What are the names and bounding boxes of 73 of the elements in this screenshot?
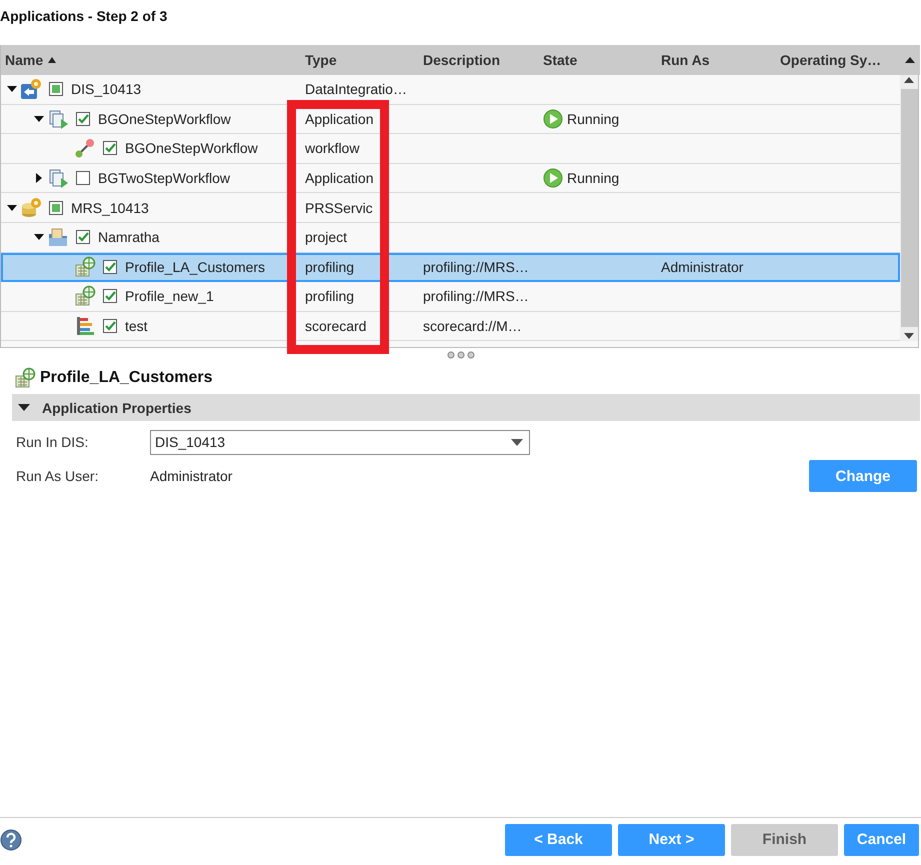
item-name: test	[125, 318, 148, 334]
item-name: Namratha	[98, 229, 160, 246]
state-cell: Running	[567, 110, 620, 127]
play-icon	[543, 168, 563, 188]
type-cell: DataIntegratio…	[305, 81, 407, 98]
table-globe-icon	[14, 367, 36, 389]
window-title: Applications - Step 2 of 3	[0, 8, 168, 24]
tree-row[interactable]: Profile_LA_Customers profiling profiling://MRS… Administrator	[1, 252, 900, 282]
item-name: MRS_10413	[71, 200, 149, 216]
type-cell: project	[305, 229, 348, 246]
type-cell: profiling	[305, 258, 354, 275]
type-cell: PRSServic	[305, 200, 373, 216]
collapse-arrow-icon[interactable]	[18, 404, 30, 411]
item-name: Profile_LA_Customers	[125, 258, 266, 275]
bar-list-icon	[74, 315, 96, 338]
document-play-icon	[47, 167, 69, 190]
splitter-handle[interactable]	[446, 351, 476, 359]
column-header[interactable]: Type	[301, 45, 419, 75]
database-gear-icon	[20, 196, 42, 219]
collapse-arrow-icon[interactable]	[7, 204, 17, 211]
type-cell: scorecard	[305, 318, 366, 334]
item-name: Profile_new_1	[125, 288, 214, 304]
column-menu-icon[interactable]	[904, 56, 916, 64]
type-cell: Application	[305, 170, 374, 186]
description-cell: profiling://MRS…	[423, 288, 529, 304]
checkbox[interactable]	[76, 112, 90, 126]
tree-row[interactable]: BGOneStepWorkflow Application Running	[1, 104, 900, 134]
section-title: Application Properties	[42, 400, 192, 416]
expand-arrow-icon[interactable]	[36, 173, 42, 184]
column-header[interactable]: Run As	[657, 45, 776, 75]
dropdown[interactable]: DIS_10413	[150, 430, 530, 454]
section-header[interactable]: Application Properties	[12, 394, 920, 421]
checkbox[interactable]	[49, 200, 63, 215]
run-as-cell: Administrator	[661, 258, 744, 275]
table-globe-icon	[74, 285, 96, 308]
field-label: Run In DIS:	[16, 434, 90, 450]
folder-icon	[47, 226, 69, 248]
collapse-arrow-icon[interactable]	[34, 116, 44, 122]
collapse-arrow-icon[interactable]	[34, 234, 44, 240]
type-cell: profiling	[305, 288, 354, 304]
item-name: BGOneStepWorkflow	[98, 110, 231, 127]
server-gear-icon	[20, 78, 42, 100]
field-label: Run As User:	[16, 468, 100, 484]
description-cell: scorecard://M…	[423, 318, 522, 334]
scroll-down-icon[interactable]	[903, 331, 915, 342]
item-name: DIS_10413	[71, 81, 142, 98]
column-header[interactable]: Description	[419, 45, 539, 75]
item-name: BGOneStepWorkflow	[125, 140, 258, 156]
type-cell: Application	[305, 110, 374, 127]
help-icon[interactable]	[0, 828, 22, 850]
checkbox[interactable]	[103, 319, 117, 334]
checkbox[interactable]	[76, 171, 90, 186]
document-play-icon	[47, 108, 69, 130]
checkbox[interactable]	[49, 82, 63, 96]
collapse-arrow-icon[interactable]	[7, 86, 17, 92]
state-cell: Running	[567, 170, 620, 186]
field-value: Administrator	[150, 468, 232, 484]
checkbox[interactable]	[103, 141, 117, 156]
scrollbar[interactable]	[900, 75, 918, 342]
checkbox[interactable]	[103, 289, 117, 304]
type-cell: workflow	[305, 140, 360, 156]
dropdown-arrow-icon	[511, 438, 523, 446]
checkbox[interactable]	[103, 260, 117, 274]
workflow-icon	[74, 137, 96, 160]
column-header[interactable]: State	[539, 45, 657, 75]
column-header[interactable]: Operating Sy…	[776, 45, 900, 75]
details-title: Profile_LA_Customers	[40, 369, 212, 387]
item-name: BGTwoStepWorkflow	[98, 170, 230, 186]
checkbox[interactable]	[76, 230, 90, 244]
column-header[interactable]: Name	[1, 45, 301, 75]
table-globe-icon	[74, 256, 96, 278]
play-icon	[543, 108, 563, 129]
description-cell: profiling://MRS…	[423, 258, 529, 275]
